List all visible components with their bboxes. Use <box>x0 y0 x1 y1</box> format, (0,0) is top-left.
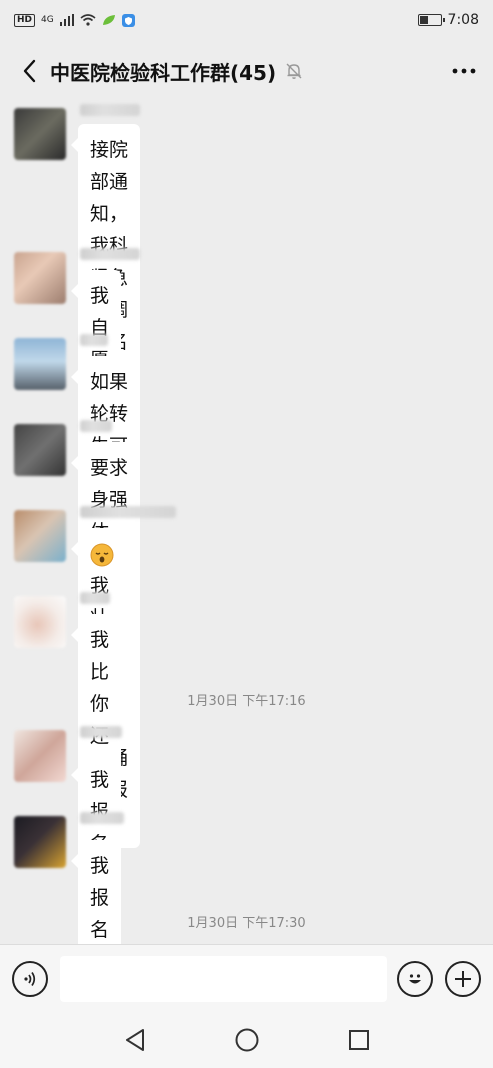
avatar[interactable] <box>14 816 66 868</box>
sender-name <box>80 104 140 116</box>
message-input[interactable] <box>60 955 387 1002</box>
avatar[interactable] <box>14 510 66 562</box>
nav-recents-button[interactable] <box>344 1025 374 1055</box>
more-dots-icon <box>452 68 476 74</box>
timestamp: 1月30日 下午17:16 <box>187 694 306 709</box>
more-options-button[interactable] <box>449 56 479 86</box>
sender-name <box>80 726 122 738</box>
back-button[interactable] <box>14 56 44 86</box>
shield-icon <box>121 13 135 27</box>
input-bar <box>0 944 493 1012</box>
status-bar: HD 4G 7:08 <box>0 0 493 40</box>
square-recents-icon <box>348 1030 369 1050</box>
avatar[interactable] <box>14 108 66 160</box>
voice-icon <box>24 971 36 986</box>
nav-back-button[interactable] <box>120 1025 150 1055</box>
avatar[interactable] <box>14 424 66 476</box>
battery-icon <box>417 14 445 26</box>
emoji-button[interactable] <box>397 960 433 997</box>
hd-badge: HD <box>14 13 36 27</box>
chevron-left-icon <box>23 59 36 83</box>
triangle-back-icon <box>125 1029 144 1051</box>
sender-name <box>80 506 176 518</box>
signal-icon <box>59 14 74 26</box>
avatar[interactable] <box>14 338 66 390</box>
timestamp: 1月30日 下午17:30 <box>187 916 306 931</box>
add-attachment-button[interactable] <box>445 960 481 997</box>
sender-name <box>80 592 110 604</box>
avatar[interactable] <box>14 252 66 304</box>
chat-title: 中医院检验科工作群(45) <box>50 60 277 85</box>
signal-label: 4G <box>41 15 54 25</box>
mute-bell-icon <box>286 63 302 79</box>
leaf-icon <box>102 15 115 25</box>
message-bubble[interactable]: 我报名 <box>70 840 122 956</box>
chat-header: 中医院检验科工作群(45) <box>0 40 493 102</box>
sender-name <box>80 248 140 260</box>
circle-home-icon <box>235 1028 258 1052</box>
plus-icon <box>455 970 471 987</box>
sender-name <box>80 420 112 432</box>
wifi-icon <box>80 14 96 26</box>
avatar[interactable] <box>14 730 66 782</box>
system-nav-bar <box>0 1012 493 1068</box>
sender-name <box>80 334 108 346</box>
sleeping-face-emoji-icon <box>90 543 114 566</box>
smiley-icon <box>409 973 421 983</box>
clock: 7:08 <box>447 12 479 28</box>
nav-home-button[interactable] <box>232 1025 262 1055</box>
sender-name <box>80 812 124 824</box>
avatar[interactable] <box>14 596 66 648</box>
voice-input-button[interactable] <box>12 960 48 997</box>
